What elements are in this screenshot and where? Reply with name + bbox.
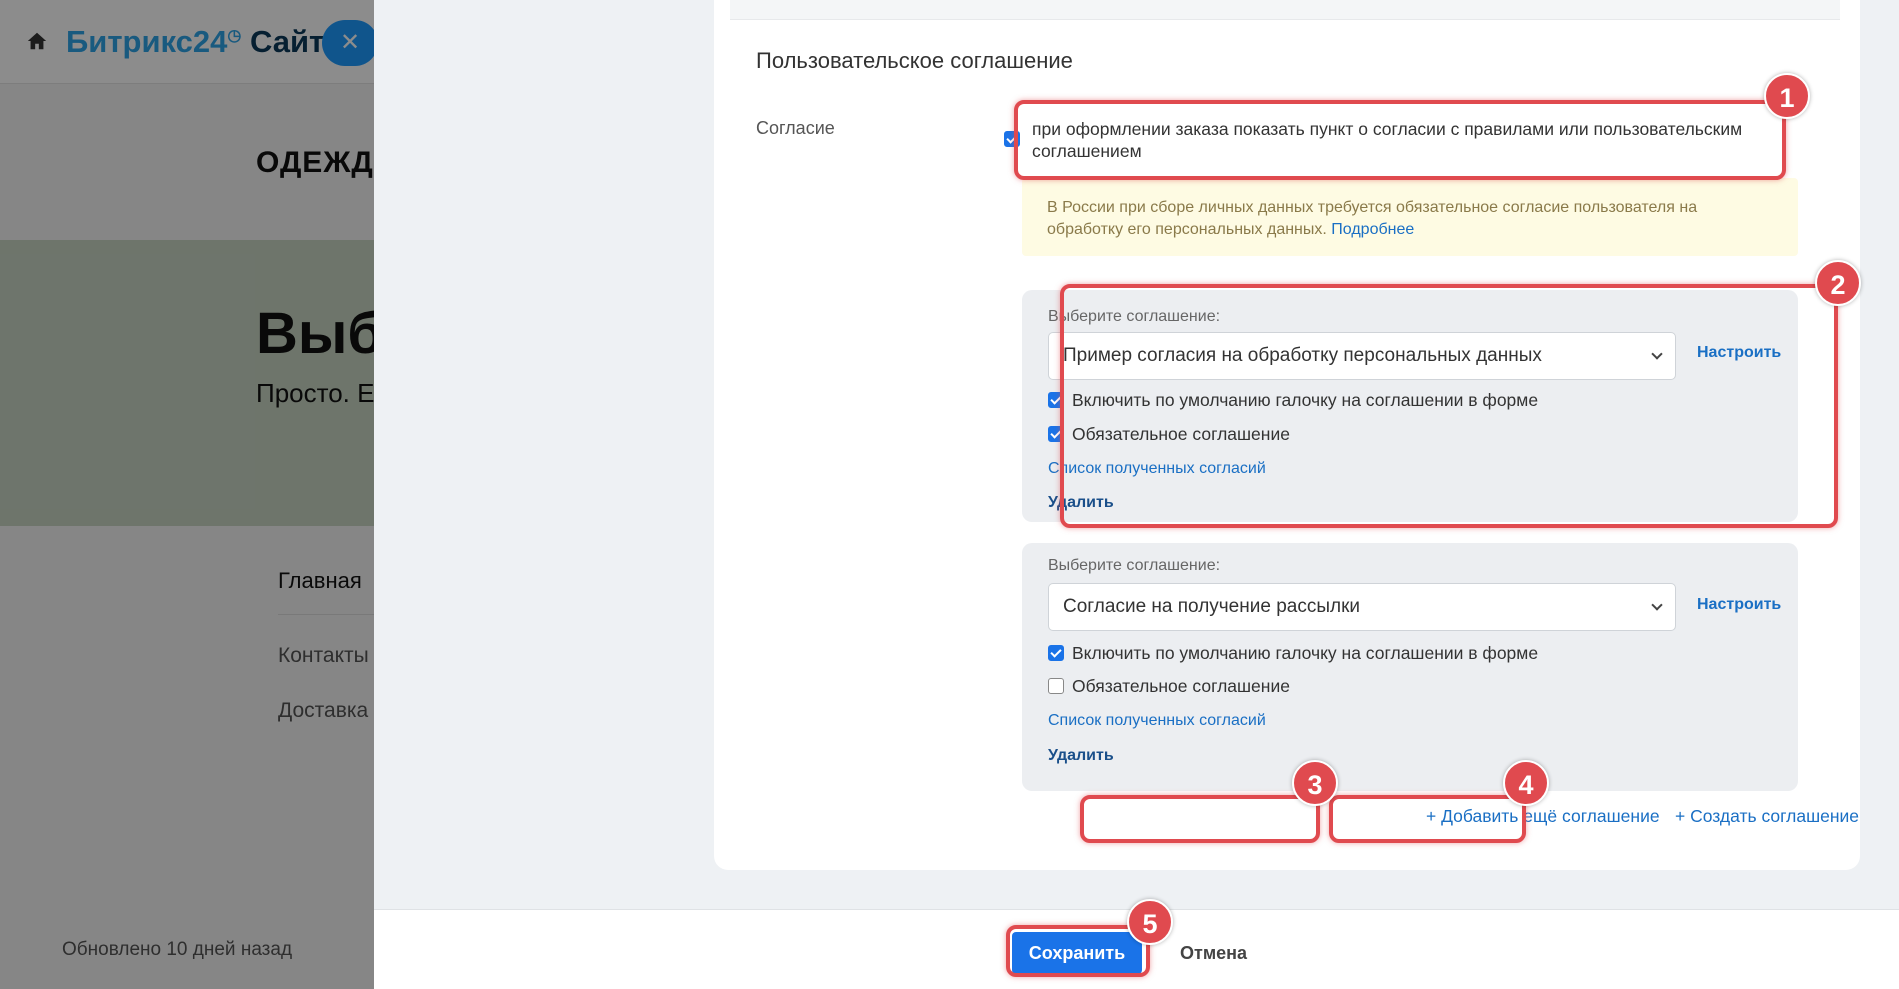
select-agreement-label: Выберите соглашение: bbox=[1048, 308, 1221, 325]
agreement-select[interactable]: Пример согласия на обработку персональны… bbox=[1048, 332, 1676, 380]
default-check-option[interactable]: Включить по умолчанию галочку на соглаше… bbox=[1048, 390, 1538, 411]
agreement-select-value: Пример согласия на обработку персональны… bbox=[1063, 345, 1542, 366]
select-agreement-label: Выберите соглашение: bbox=[1048, 557, 1221, 574]
consents-list-link[interactable]: Список полученных согласий bbox=[1048, 712, 1266, 730]
add-agreement-link[interactable]: + Добавить ещё соглашение bbox=[1426, 806, 1660, 827]
settings-panel: Пользовательское соглашение Согласие при… bbox=[374, 0, 1899, 989]
required-checkbox[interactable] bbox=[1048, 677, 1064, 694]
step-badge-5: 5 bbox=[1127, 899, 1173, 945]
delete-agreement-link[interactable]: Удалить bbox=[1048, 747, 1114, 765]
delete-agreement-link[interactable]: Удалить bbox=[1048, 494, 1114, 512]
step-badge-3: 3 bbox=[1292, 760, 1338, 806]
required-label: Обязательное соглашение bbox=[1072, 676, 1290, 696]
configure-link[interactable]: Настроить bbox=[1697, 596, 1781, 614]
required-option[interactable]: Обязательное соглашение bbox=[1048, 424, 1290, 445]
save-button[interactable]: Сохранить bbox=[1012, 932, 1142, 974]
default-check-checkbox[interactable] bbox=[1048, 391, 1064, 408]
required-label: Обязательное соглашение bbox=[1072, 424, 1290, 444]
create-agreement-link[interactable]: + Создать соглашение bbox=[1675, 806, 1859, 827]
cancel-button[interactable]: Отмена bbox=[1180, 932, 1247, 974]
notice-more-link[interactable]: Подробнее bbox=[1331, 221, 1414, 238]
step-badge-4: 4 bbox=[1503, 760, 1549, 806]
agreement-block-1: Выберите соглашение: Пример согласия на … bbox=[1022, 290, 1798, 522]
configure-link[interactable]: Настроить bbox=[1697, 344, 1781, 362]
step-badge-2: 2 bbox=[1815, 260, 1861, 306]
consent-checkbox[interactable] bbox=[1004, 131, 1020, 147]
personal-data-notice: В России при сборе личных данных требует… bbox=[1022, 178, 1798, 256]
agreement-select[interactable]: Согласие на получение рассылки bbox=[1048, 583, 1676, 631]
consents-list-link[interactable]: Список полученных согласий bbox=[1048, 460, 1266, 478]
consent-label: при оформлении заказа показать пункт о с… bbox=[1032, 119, 1743, 161]
required-option[interactable]: Обязательное соглашение bbox=[1048, 676, 1290, 697]
previous-section-edge bbox=[730, 0, 1840, 20]
agreement-select-value: Согласие на получение рассылки bbox=[1063, 596, 1360, 617]
default-check-checkbox[interactable] bbox=[1048, 644, 1064, 661]
step-badge-1: 1 bbox=[1764, 73, 1810, 119]
chevron-down-icon bbox=[1651, 599, 1663, 611]
section-title: Пользовательское соглашение bbox=[756, 48, 1073, 73]
agreement-block-2: Выберите соглашение: Согласие на получен… bbox=[1022, 543, 1798, 791]
default-check-label: Включить по умолчанию галочку на соглаше… bbox=[1072, 643, 1539, 663]
field-label-consent: Согласие bbox=[756, 118, 835, 138]
chevron-down-icon bbox=[1651, 348, 1663, 360]
required-checkbox[interactable] bbox=[1048, 425, 1064, 442]
default-check-label: Включить по умолчанию галочку на соглаше… bbox=[1072, 390, 1539, 410]
default-check-option[interactable]: Включить по умолчанию галочку на соглаше… bbox=[1048, 643, 1538, 664]
settings-card: Пользовательское соглашение Согласие при… bbox=[714, 0, 1860, 870]
